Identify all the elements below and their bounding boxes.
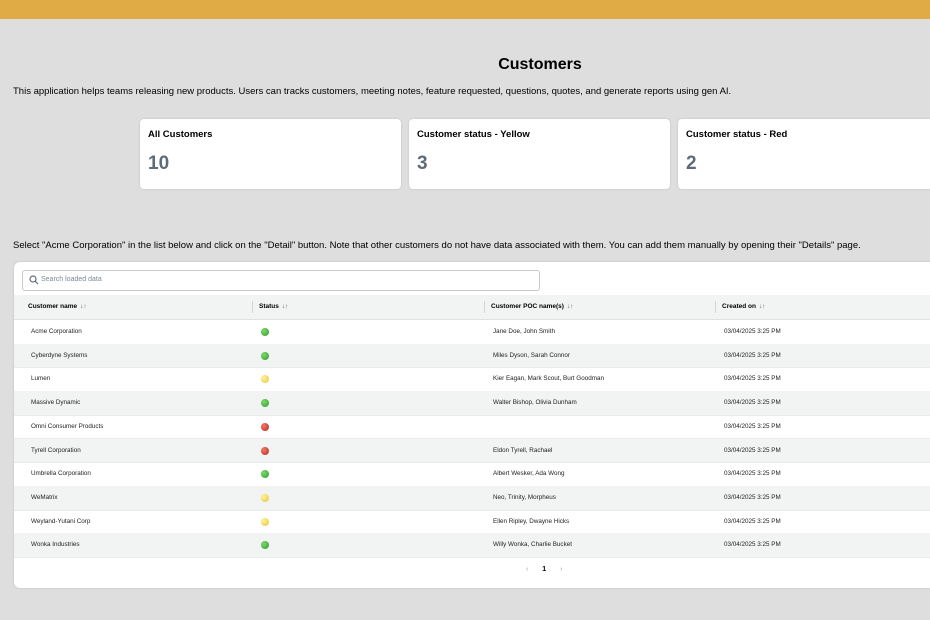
- table-row[interactable]: WeMatrix Neo, Trinity, Morpheus 03/04/2025…: [14, 485, 930, 511]
- sort-icon[interactable]: ↓↑: [759, 303, 766, 310]
- sort-icon[interactable]: ↓↑: [567, 303, 574, 310]
- page-title: Customers: [498, 56, 582, 73]
- table-row[interactable]: Umbrella Corporation Albert Wesker, Ada W…: [14, 462, 930, 487]
- customer-name-cell[interactable]: Weyland-Yutani Corp: [31, 518, 90, 525]
- table-row[interactable]: Lumen Kier Eagan, Mark Scout, Burt Goodma…: [14, 367, 930, 393]
- customer-name-cell[interactable]: Wonka Industries: [31, 541, 80, 548]
- column-header-created-on[interactable]: Created on ↓↑: [722, 303, 765, 310]
- table-row[interactable]: Tyrell Corporation Eldon Tyrell, Rachael 0…: [14, 438, 930, 464]
- sort-icon[interactable]: ↓↑: [80, 303, 87, 310]
- status-indicator-icon: [261, 399, 269, 408]
- created-on-cell: 03/04/2025 3:25 PM: [724, 375, 781, 383]
- customer-name-cell[interactable]: WeMatrix: [31, 494, 57, 501]
- stat-value: 3: [417, 153, 428, 174]
- created-on-cell: 03/04/2025 3:25 PM: [724, 351, 781, 359]
- stat-label: All Customers: [148, 129, 213, 140]
- table-row[interactable]: Acme Corporation Jane Doe, John Smith 03/0…: [14, 320, 930, 345]
- stat-label: Customer status - Yellow: [417, 129, 530, 140]
- status-indicator-icon: [261, 328, 269, 336]
- column-divider[interactable]: [484, 301, 485, 313]
- pagination: ‹ 1 ›: [520, 566, 569, 573]
- table-row[interactable]: Cyberdyne Systems Miles Dyson, Sarah Conn…: [14, 343, 930, 369]
- customers-table-panel: Search loaded data Customer name ↓↑ Statu…: [14, 262, 930, 588]
- poc-cell: Ellen Ripley, Dwayne Hicks: [493, 517, 570, 525]
- sort-icon[interactable]: ↓↑: [282, 303, 289, 310]
- column-header-poc[interactable]: Customer POC name(s) ↓↑: [491, 303, 573, 310]
- created-on-cell: 03/04/2025 3:25 PM: [724, 493, 781, 501]
- intro-text: This application helps teams releasing n…: [13, 86, 732, 97]
- status-indicator-icon: [261, 541, 269, 550]
- status-indicator-icon: [261, 470, 269, 479]
- customer-name-cell[interactable]: Acme Corporation: [31, 328, 82, 335]
- customer-name-cell[interactable]: Cyberdyne Systems: [31, 352, 87, 359]
- table-row[interactable]: Weyland-Yutani Corp Ellen Ripley, Dwayne …: [14, 510, 930, 535]
- poc-cell: Albert Wesker, Ada Wong: [493, 470, 565, 478]
- customer-name-cell[interactable]: Tyrell Corporation: [31, 447, 81, 454]
- customer-name-cell[interactable]: Massive Dynamic: [31, 399, 80, 406]
- table-row[interactable]: Wonka Industries Willy Wonka, Charlie Buc…: [14, 533, 930, 558]
- instructions-text: Select "Acme Corporation" in the list be…: [13, 240, 861, 251]
- created-on-cell: 03/04/2025 3:25 PM: [724, 541, 781, 549]
- stat-card-yellow: Customer status - Yellow 3: [409, 119, 670, 189]
- stat-card-red: Customer status - Red 2: [678, 119, 930, 189]
- search-placeholder: Search loaded data: [41, 276, 102, 283]
- column-divider[interactable]: [252, 301, 253, 313]
- status-indicator-icon: [261, 422, 269, 431]
- status-indicator-icon: [261, 493, 269, 502]
- stat-label: Customer status - Red: [686, 129, 788, 140]
- table-header: Customer name ↓↑ Status ↓↑ Customer POC na…: [14, 295, 930, 320]
- customer-name-cell[interactable]: Omni Consumer Products: [31, 423, 103, 430]
- poc-cell: Eldon Tyrell, Rachael: [493, 446, 553, 454]
- top-bar: [0, 0, 930, 19]
- poc-cell: Kier Eagan, Mark Scout, Burt Goodman: [493, 375, 604, 383]
- search-input[interactable]: Search loaded data: [22, 270, 540, 291]
- status-indicator-icon: [261, 446, 269, 455]
- status-indicator-icon: [261, 351, 269, 360]
- created-on-cell: 03/04/2025 3:25 PM: [724, 399, 781, 407]
- created-on-cell: 03/04/2025 3:25 PM: [724, 422, 781, 430]
- stat-card-all-customers: All Customers 10: [140, 119, 401, 189]
- stat-value: 2: [686, 153, 697, 174]
- poc-cell: Jane Doe, John Smith: [493, 328, 555, 335]
- customer-name-cell[interactable]: Lumen: [31, 375, 50, 382]
- created-on-cell: 03/04/2025 3:25 PM: [724, 517, 781, 525]
- page-number-current[interactable]: 1: [542, 566, 546, 573]
- created-on-cell: 03/04/2025 3:25 PM: [724, 446, 781, 454]
- table-row[interactable]: Omni Consumer Products 03/04/2025 3:25 PM: [14, 415, 930, 440]
- column-divider[interactable]: [715, 301, 716, 313]
- next-page-icon[interactable]: ›: [560, 566, 562, 573]
- poc-cell: Miles Dyson, Sarah Connor: [493, 351, 570, 359]
- previous-page-icon[interactable]: ‹: [526, 566, 528, 573]
- status-indicator-icon: [261, 375, 269, 384]
- status-indicator-icon: [261, 517, 269, 526]
- table-row[interactable]: Massive Dynamic Walter Bishop, Olivia Dun…: [14, 391, 930, 416]
- customer-name-cell[interactable]: Umbrella Corporation: [31, 470, 91, 477]
- poc-cell: Walter Bishop, Olivia Dunham: [493, 399, 577, 407]
- created-on-cell: 03/04/2025 3:25 PM: [724, 470, 781, 478]
- search-icon: [29, 275, 39, 285]
- poc-cell: Willy Wonka, Charlie Bucket: [493, 541, 572, 549]
- column-header-status[interactable]: Status ↓↑: [259, 303, 288, 310]
- poc-cell: Neo, Trinity, Morpheus: [493, 493, 556, 501]
- column-header-customer-name[interactable]: Customer name ↓↑: [28, 303, 87, 310]
- stat-value: 10: [148, 153, 170, 174]
- created-on-cell: 03/04/2025 3:25 PM: [724, 328, 781, 335]
